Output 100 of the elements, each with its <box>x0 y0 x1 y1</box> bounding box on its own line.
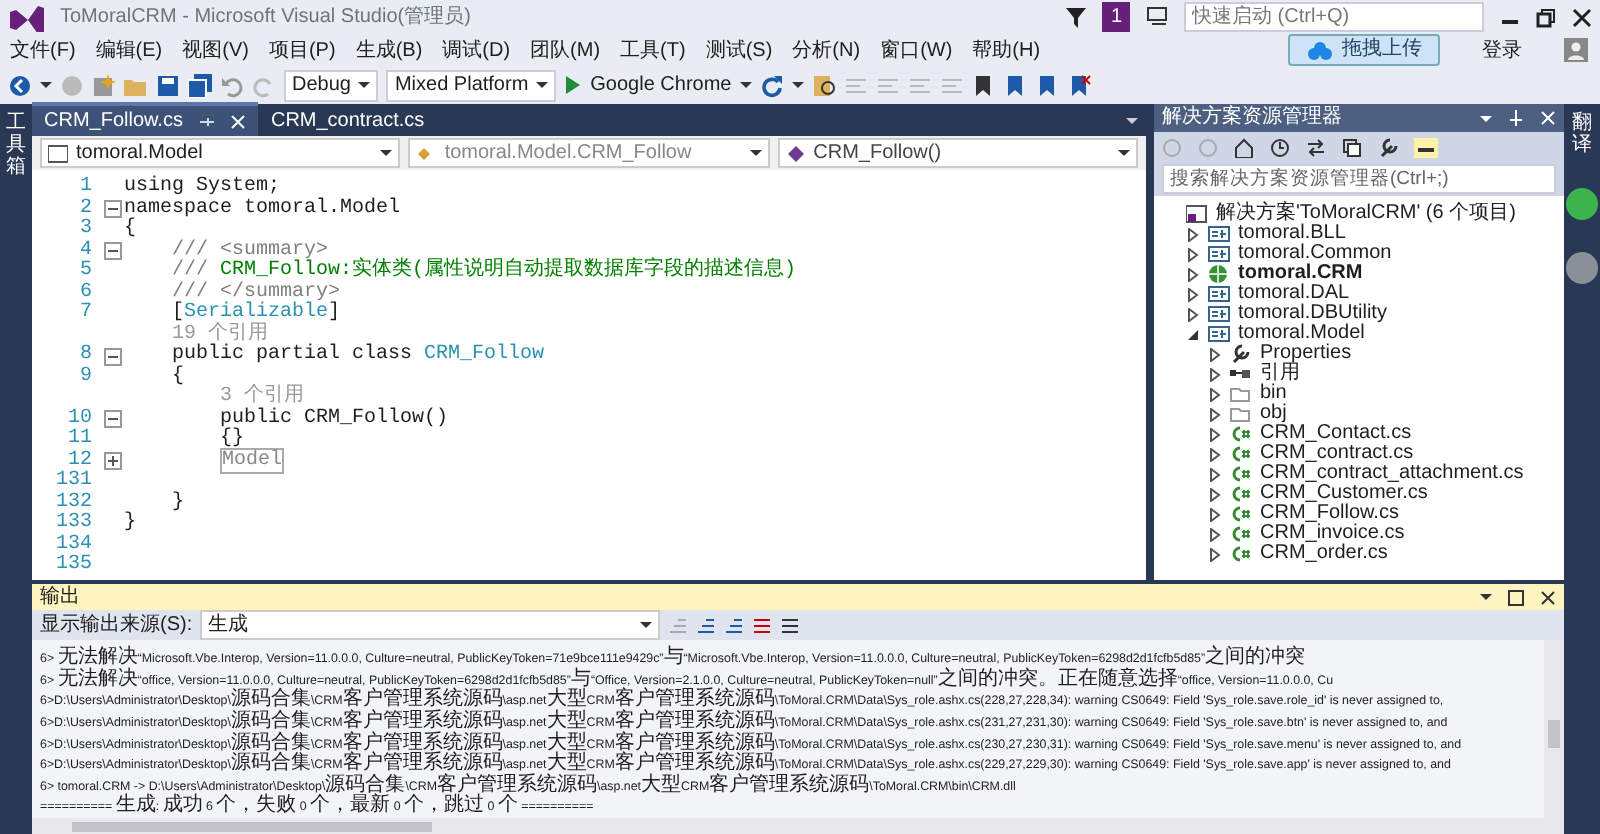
tree-item[interactable]: CRM_Customer.cs <box>1260 484 1428 504</box>
expand-arrow-icon[interactable] <box>1207 427 1221 441</box>
expand-arrow-icon[interactable] <box>1207 527 1221 541</box>
expand-arrow-icon[interactable] <box>1207 447 1221 461</box>
tree-item[interactable]: tomoral.DBUtility <box>1238 304 1387 324</box>
expand-arrow-icon[interactable] <box>1207 487 1221 501</box>
menu-item[interactable]: 窗口(W) <box>870 35 963 65</box>
bookmark-icon[interactable] <box>971 73 996 97</box>
navigation-dropdown[interactable]: CRM_Follow() <box>777 138 1138 168</box>
expand-arrow-icon[interactable] <box>1185 307 1199 321</box>
tree-item[interactable]: CRM_order.cs <box>1260 544 1388 564</box>
menu-item[interactable]: 文件(F) <box>0 35 86 65</box>
tree-item[interactable]: Properties <box>1260 344 1352 364</box>
tree-item[interactable]: 引用 <box>1260 364 1300 384</box>
navigation-dropdown[interactable]: tomoral.Model <box>40 138 401 168</box>
caret-icon[interactable] <box>791 82 804 88</box>
save-icon[interactable] <box>156 73 180 97</box>
tree-item[interactable]: CRM_contract.cs <box>1260 444 1414 464</box>
home-icon[interactable] <box>1234 138 1254 158</box>
search-field[interactable]: 搜索解决方案资源管理器(Ctrl+;) <box>1162 164 1556 194</box>
tree-item[interactable]: tomoral.DAL <box>1238 284 1350 304</box>
save-all-icon[interactable] <box>188 73 212 97</box>
tree-item[interactable]: CRM_Contact.cs <box>1260 424 1412 444</box>
menu-item[interactable]: 调试(D) <box>432 35 521 65</box>
line-number: 133 <box>53 514 94 534</box>
collapse-icon[interactable] <box>104 200 122 219</box>
find-icon[interactable] <box>811 73 836 97</box>
caret-icon[interactable] <box>1480 115 1492 121</box>
tree-item[interactable]: tomoral.Model <box>1238 324 1365 344</box>
navigation-dropdown[interactable]: tomoral.Model.CRM_Follow <box>408 138 770 168</box>
collapse-icon[interactable] <box>104 410 122 429</box>
expand-arrow-icon[interactable] <box>1185 227 1199 241</box>
editor-tab[interactable]: CRM_Follow.cs <box>32 102 259 136</box>
tree-item[interactable]: CRM_invoice.cs <box>1260 524 1405 544</box>
expand-arrow-icon[interactable] <box>1185 267 1199 281</box>
menu-item[interactable]: 项目(P) <box>258 35 346 65</box>
editor-tab[interactable]: CRM_contract.cs <box>258 106 437 136</box>
collapse-all-icon[interactable] <box>1342 138 1362 158</box>
tree-item[interactable]: tomoral.BLL <box>1238 224 1346 244</box>
source-dropdown[interactable]: 生成 <box>200 610 661 641</box>
expand-arrow-icon[interactable] <box>1207 507 1221 521</box>
user-icon[interactable] <box>1564 38 1588 62</box>
solution-icon <box>1186 204 1208 224</box>
expand-arrow-icon[interactable] <box>1185 247 1199 261</box>
upload-button[interactable]: 拖拽上传 <box>1288 34 1440 66</box>
line-number: 11 <box>65 430 94 450</box>
translate-tab[interactable]: 翻译 <box>1572 112 1592 156</box>
vertical-scrollbar[interactable] <box>1544 640 1564 818</box>
menu-item[interactable]: 测试(S) <box>695 35 783 65</box>
menu-item[interactable]: 帮助(H) <box>962 35 1051 65</box>
expand-arrow-icon[interactable] <box>1207 467 1221 481</box>
notification-count[interactable]: 1 <box>1102 2 1130 32</box>
expand-arrow-icon[interactable] <box>1185 287 1199 301</box>
maximize-icon[interactable] <box>1508 589 1524 606</box>
caret-icon[interactable] <box>1126 118 1138 124</box>
expand-icon[interactable] <box>104 452 122 471</box>
clear-bookmarks-icon[interactable] <box>1067 73 1092 97</box>
expand-arrow-icon[interactable] <box>1207 347 1221 361</box>
next-bookmark-icon[interactable] <box>1003 73 1028 97</box>
tree-item[interactable]: CRM_contract_attachment.cs <box>1260 464 1524 484</box>
tree-item[interactable]: tomoral.CRM <box>1238 264 1363 284</box>
caret-icon[interactable] <box>40 82 52 88</box>
notification-bubble-icon[interactable] <box>1566 188 1598 220</box>
expand-arrow-icon[interactable] <box>1207 367 1221 381</box>
menu-item[interactable]: 团队(M) <box>520 35 611 65</box>
close-icon[interactable] <box>1540 589 1556 606</box>
quick-launch-field[interactable]: 快速启动 (Ctrl+Q) <box>1184 2 1484 32</box>
collapse-arrow-icon[interactable] <box>1185 327 1199 341</box>
expand-arrow-icon[interactable] <box>1207 387 1221 401</box>
menu-item[interactable]: 编辑(E) <box>85 35 173 65</box>
tree-item[interactable]: CRM_Follow.cs <box>1260 504 1399 524</box>
platform-dropdown[interactable]: Mixed Platform <box>386 69 557 101</box>
tree-item[interactable]: tomoral.Common <box>1238 244 1392 264</box>
collapse-icon[interactable] <box>104 347 122 366</box>
tree-item[interactable]: 解决方案'ToMoralCRM' (6 个项目) <box>1216 204 1516 224</box>
window-title: ToMoralCRM - Microsoft Visual Studio(管理员) <box>60 4 471 32</box>
previous-bookmark-icon[interactable] <box>1035 73 1060 97</box>
menu-item[interactable]: 工具(T) <box>610 35 696 65</box>
configuration-dropdown[interactable]: Debug <box>284 69 379 101</box>
back-icon[interactable] <box>8 73 32 97</box>
menu-item[interactable]: 生成(B) <box>345 35 433 65</box>
tree-item[interactable]: bin <box>1260 384 1287 404</box>
wrench-icon[interactable] <box>1378 138 1398 158</box>
sign-in-link[interactable]: 登录 <box>1472 35 1532 65</box>
run-button[interactable]: Google Chrome <box>564 70 752 100</box>
tree-item[interactable]: obj <box>1260 404 1287 424</box>
horizontal-scrollbar[interactable] <box>32 818 1564 834</box>
expand-arrow-icon[interactable] <box>1207 547 1221 561</box>
refresh-icon[interactable] <box>759 73 784 97</box>
menu-item[interactable]: 分析(N) <box>782 35 871 65</box>
menu-item[interactable]: 视图(V) <box>172 35 259 65</box>
caret-icon[interactable] <box>1480 594 1492 601</box>
toolbox-tab[interactable]: 工具箱 <box>6 112 26 834</box>
close-icon[interactable] <box>1572 7 1592 27</box>
filter-icon[interactable] <box>1066 5 1087 29</box>
history-icon[interactable] <box>1270 138 1290 158</box>
sync-icon[interactable] <box>1306 138 1326 158</box>
restore-icon[interactable] <box>1536 7 1556 27</box>
expand-arrow-icon[interactable] <box>1207 407 1221 421</box>
collapse-icon[interactable] <box>104 242 122 261</box>
